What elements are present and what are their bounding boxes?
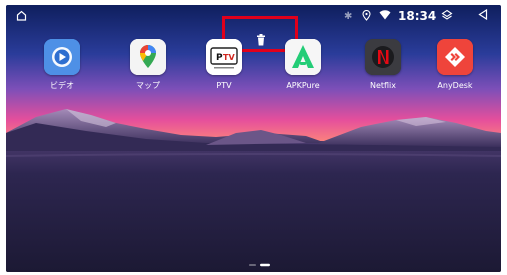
anydesk-icon <box>437 39 473 75</box>
app-apkpure[interactable]: APKPure <box>268 39 338 91</box>
app-label: PTV <box>216 81 232 90</box>
page-dot-2 <box>260 263 270 267</box>
video-icon <box>44 39 80 75</box>
app-ptv[interactable]: P TV PTV <box>189 39 259 91</box>
page-dot-1 <box>249 264 256 266</box>
app-label: APKPure <box>286 81 320 90</box>
layers-icon[interactable] <box>441 9 453 23</box>
home-screen: ✱ 18:34 ビデオ マップ P TV PTV APKPure Netflix… <box>6 5 501 272</box>
wifi-icon <box>379 10 391 24</box>
maps-icon <box>130 39 166 75</box>
apkpure-icon <box>285 39 321 75</box>
app-label: AnyDesk <box>437 81 473 90</box>
svg-text:P: P <box>216 53 223 63</box>
home-icon[interactable] <box>16 10 27 24</box>
app-maps[interactable]: マップ <box>113 39 183 91</box>
app-video[interactable]: ビデオ <box>27 39 97 91</box>
app-label: Netflix <box>369 81 397 90</box>
ptv-icon: P TV <box>206 39 242 75</box>
app-label: ビデオ <box>50 81 74 90</box>
back-icon[interactable] <box>478 8 488 23</box>
bluetooth-icon: ✱ <box>344 11 353 22</box>
svg-text:TV: TV <box>223 53 235 62</box>
netflix-icon <box>365 39 401 75</box>
app-netflix[interactable]: Netflix <box>348 39 418 91</box>
page-indicator <box>249 263 270 267</box>
app-label: マップ <box>136 81 160 90</box>
app-anydesk[interactable]: AnyDesk <box>420 39 490 91</box>
status-time: 18:34 <box>398 9 437 23</box>
location-icon <box>362 9 371 25</box>
